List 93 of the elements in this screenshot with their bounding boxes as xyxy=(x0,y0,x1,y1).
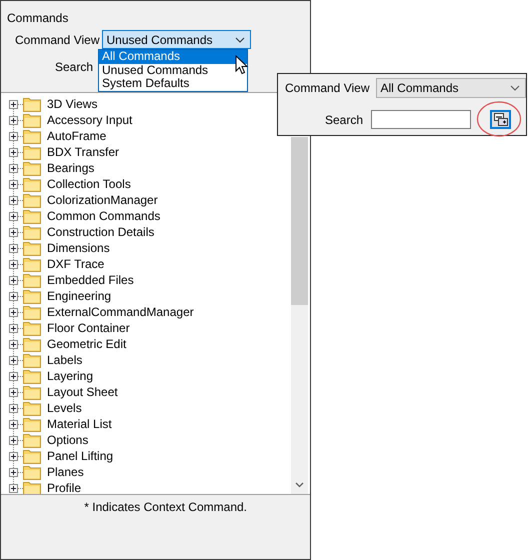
highlight-circle xyxy=(476,100,522,138)
tree-item[interactable]: Dimensions xyxy=(47,241,110,255)
field-label: Command View xyxy=(15,32,100,46)
folder-icon xyxy=(23,416,41,432)
command-view-dropdown[interactable]: Unused Commands xyxy=(102,30,252,49)
expand-icon[interactable] xyxy=(9,276,18,284)
tree-item[interactable]: 3D Views xyxy=(47,97,98,111)
folder-icon xyxy=(23,192,41,208)
expand-icon[interactable] xyxy=(9,356,18,364)
folder-icon xyxy=(23,432,41,448)
tree-item[interactable]: Common Commands xyxy=(47,209,160,223)
dropdown-option[interactable]: All Commands xyxy=(99,50,247,64)
tree-item[interactable]: Geometric Edit xyxy=(47,337,126,351)
chevron-icon xyxy=(235,36,246,42)
folder-icon xyxy=(23,288,41,304)
expand-icon[interactable] xyxy=(9,132,18,140)
expand-icon[interactable] xyxy=(9,436,18,444)
command-view-dropdown[interactable]: All Commands xyxy=(376,78,526,98)
folder-icon xyxy=(23,320,41,336)
tree-item[interactable]: ColorizationManager xyxy=(47,193,158,207)
tree-item[interactable]: Construction Details xyxy=(47,225,154,239)
tree-item[interactable]: Layering xyxy=(47,369,94,383)
folder-icon xyxy=(23,256,41,272)
dropdown-option[interactable]: System Defaults xyxy=(99,77,247,90)
folder-icon xyxy=(23,208,41,224)
expand-icon[interactable] xyxy=(9,228,18,236)
expand-icon[interactable] xyxy=(9,260,18,268)
tree-item[interactable]: Panel Lifting xyxy=(47,449,114,463)
tree-item[interactable]: Collection Tools xyxy=(47,177,131,191)
tree-item[interactable]: AutoFrame xyxy=(47,129,106,143)
folder-icon xyxy=(23,352,41,368)
tree-item[interactable]: Engineering xyxy=(47,289,112,303)
tree-item[interactable]: ExternalCommandManager xyxy=(47,305,194,319)
folder-icon xyxy=(23,368,41,384)
tree-item[interactable]: Options xyxy=(47,433,88,447)
folder-icon xyxy=(23,480,41,494)
expand-icon[interactable] xyxy=(9,324,18,332)
tree-item[interactable]: Floor Container xyxy=(47,321,130,335)
expand-all-button[interactable] xyxy=(490,110,512,129)
expand-icon[interactable] xyxy=(9,116,18,124)
folder-icon xyxy=(23,336,41,352)
folder-icon xyxy=(23,160,41,176)
tree-item[interactable]: Labels xyxy=(47,353,82,367)
expand-icon[interactable] xyxy=(9,292,18,300)
tree-item[interactable]: DXF Trace xyxy=(47,257,104,271)
folder-icon xyxy=(23,128,41,144)
expand-icon[interactable] xyxy=(9,388,18,396)
field-label: Search xyxy=(55,60,94,74)
expand-icon[interactable] xyxy=(9,308,18,316)
folder-icon xyxy=(23,384,41,400)
scroll-down-icon[interactable] xyxy=(295,482,304,488)
folder-icon xyxy=(23,224,41,240)
folder-icon xyxy=(23,96,41,112)
expand-icon[interactable] xyxy=(9,452,18,460)
expand-icon[interactable] xyxy=(9,468,18,476)
footer-note: * Indicates Context Command. xyxy=(84,500,247,514)
expand-icon[interactable] xyxy=(9,212,18,220)
tree-item[interactable]: Bearings xyxy=(47,161,94,175)
expand-icon[interactable] xyxy=(9,372,18,380)
expand-icon[interactable] xyxy=(9,164,18,172)
expand-icon[interactable] xyxy=(9,180,18,188)
folder-icon xyxy=(23,400,41,416)
field-label: Search xyxy=(325,112,364,126)
tree-item[interactable]: BDX Transfer xyxy=(47,145,120,159)
expand-icon[interactable] xyxy=(9,244,18,252)
folder-icon xyxy=(23,464,41,480)
folder-icon xyxy=(23,448,41,464)
tree-item[interactable]: Accessory Input xyxy=(47,113,132,127)
tree-item[interactable]: Layout Sheet xyxy=(47,385,118,399)
expand-icon[interactable] xyxy=(9,404,18,412)
field-label: Command View xyxy=(285,81,370,95)
expand-icon[interactable] xyxy=(9,420,18,428)
tree-item[interactable]: Material List xyxy=(47,417,112,431)
folder-icon xyxy=(23,304,41,320)
expand-icon[interactable] xyxy=(9,484,18,492)
expand-icon[interactable] xyxy=(9,340,18,348)
folder-icon xyxy=(23,112,41,128)
expand-icon[interactable] xyxy=(9,100,18,108)
expand-icon[interactable] xyxy=(9,148,18,156)
folder-icon xyxy=(23,272,41,288)
tree-item[interactable]: Levels xyxy=(47,401,82,415)
tree-item[interactable]: Planes xyxy=(47,465,84,479)
tree-item[interactable]: Profile xyxy=(47,481,82,494)
folder-icon xyxy=(23,144,41,160)
expand-icon[interactable] xyxy=(9,196,18,204)
search-field[interactable] xyxy=(371,110,472,129)
chevron-icon xyxy=(510,85,520,91)
scrollbar[interactable] xyxy=(291,137,308,494)
scrollbar-thumb[interactable] xyxy=(291,137,308,305)
tree-item[interactable]: Embedded Files xyxy=(47,273,134,287)
folder-icon xyxy=(23,176,41,192)
panel-title: Commands xyxy=(7,11,68,25)
folder-icon xyxy=(23,240,41,256)
